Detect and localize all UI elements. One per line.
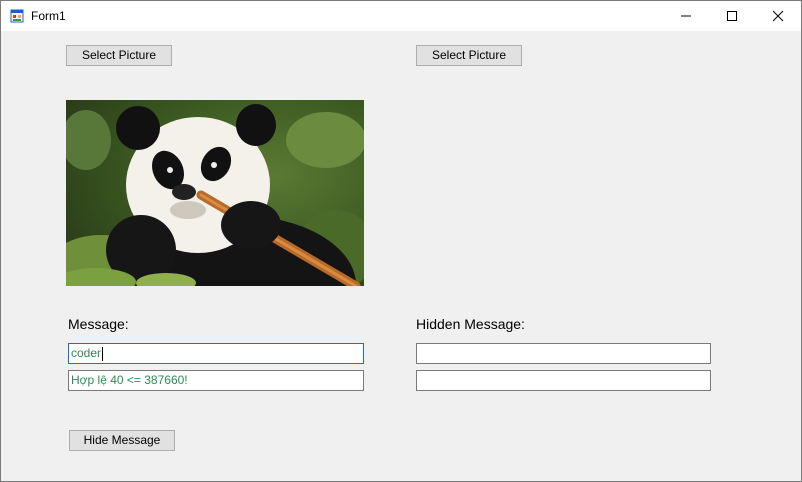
close-button[interactable]	[755, 1, 801, 31]
app-form-icon	[10, 9, 24, 23]
maximize-icon	[727, 11, 737, 21]
status-input[interactable]: Hợp lệ 40 <= 387660!	[68, 370, 364, 391]
message-label: Message:	[68, 316, 129, 332]
maximize-button[interactable]	[709, 1, 755, 31]
message-input[interactable]: coder	[68, 343, 364, 364]
picture-box[interactable]	[66, 100, 364, 286]
select-picture-button-left[interactable]: Select Picture	[66, 45, 172, 66]
minimize-icon	[681, 15, 691, 17]
minimize-button[interactable]	[663, 1, 709, 31]
close-icon	[772, 10, 784, 22]
message-input-value: coder	[71, 346, 102, 360]
select-picture-button-right[interactable]: Select Picture	[416, 45, 522, 66]
hidden-message-label: Hidden Message:	[416, 316, 525, 332]
panda-image	[66, 100, 364, 286]
window-title: Form1	[31, 9, 66, 23]
hidden-message-input-2[interactable]	[416, 370, 711, 391]
text-caret	[102, 346, 104, 361]
hidden-message-input-1[interactable]	[416, 343, 711, 364]
app-window: Form1 Select Picture Select Picture Mess…	[0, 0, 802, 482]
title-bar[interactable]: Form1	[1, 1, 801, 31]
status-input-value: Hợp lệ 40 <= 387660!	[71, 373, 188, 387]
hide-message-button[interactable]: Hide Message	[69, 430, 175, 451]
form-client-area: Select Picture Select Picture Message: H…	[1, 31, 801, 481]
